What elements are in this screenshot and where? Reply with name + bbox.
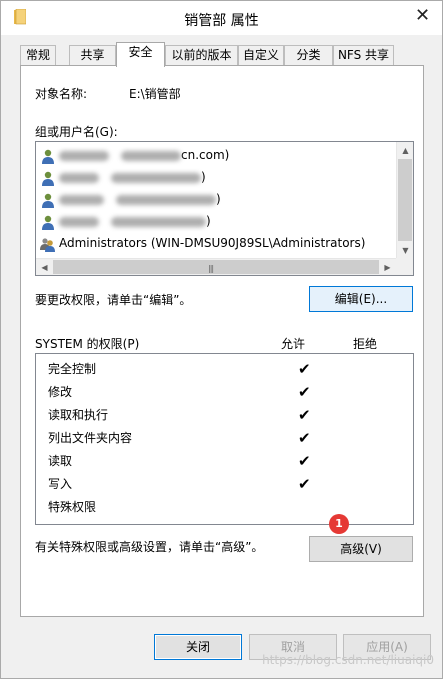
permission-row: 读取 ✔	[48, 451, 408, 471]
group-icon	[40, 237, 55, 252]
permission-name: 完全控制	[48, 362, 97, 376]
list-item[interactable]: )	[40, 166, 206, 188]
user-suffix: )	[201, 170, 206, 184]
permission-name: 读取和执行	[48, 408, 109, 422]
tab-classification[interactable]: 分类	[284, 45, 333, 66]
allow-check-icon: ✔	[298, 452, 311, 470]
user-suffix: )	[206, 214, 211, 228]
object-name-label: 对象名称:	[35, 87, 88, 101]
permission-name: 写入	[48, 477, 73, 491]
permission-name: 读取	[48, 454, 73, 468]
user-icon	[42, 215, 54, 230]
user-suffix: )	[216, 192, 221, 206]
allow-check-icon: ✔	[298, 475, 311, 493]
advanced-hint: 有关特殊权限或高级设置，请单击“高级”。	[35, 540, 264, 554]
permission-name: 列出文件夹内容	[48, 431, 133, 445]
tab-sharing[interactable]: 共享	[69, 45, 116, 66]
tab-previous-versions[interactable]: 以前的版本	[165, 45, 238, 66]
tab-general[interactable]: 常规	[20, 45, 56, 66]
permission-row: 读取和执行 ✔	[48, 405, 408, 425]
redacted-name	[121, 150, 181, 161]
edit-button[interactable]: 编辑(E)...	[309, 286, 413, 312]
tab-nfs-sharing[interactable]: NFS 共享	[333, 45, 394, 66]
permission-name: 特殊权限	[48, 500, 97, 514]
list-item[interactable]: cn.com)	[40, 144, 229, 166]
properties-window: 销管部 属性 ✕ 常规 共享 安全 以前的版本 自定义 分类 NFS 共享 对象…	[0, 0, 443, 679]
allow-check-icon: ✔	[298, 429, 311, 447]
redacted-name	[116, 194, 216, 205]
object-name-value: E:\销管部	[129, 87, 181, 101]
tab-customize[interactable]: 自定义	[238, 45, 284, 66]
user-icon	[42, 171, 54, 186]
redacted-name	[59, 150, 109, 161]
tab-strip: 常规 共享 安全 以前的版本 自定义 分类 NFS 共享	[20, 42, 420, 67]
scrollbar-corner	[396, 258, 413, 275]
list-item[interactable]: )	[40, 188, 221, 210]
deny-column-header: 拒绝	[353, 337, 378, 351]
tab-security[interactable]: 安全	[116, 42, 165, 67]
vertical-scrollbar[interactable]: ▲ ▼	[396, 142, 413, 259]
vertical-scroll-thumb[interactable]	[398, 159, 412, 241]
redacted-name	[111, 172, 201, 183]
permission-row: 完全控制 ✔	[48, 359, 408, 379]
redacted-name	[59, 194, 104, 205]
scroll-left-arrow-icon[interactable]: ◀	[36, 259, 53, 275]
permission-row: 写入 ✔	[48, 474, 408, 494]
horizontal-scrollbar[interactable]: ◀ ||| ▶	[36, 258, 396, 275]
grip-icon: |||	[208, 264, 214, 273]
redacted-name	[59, 216, 99, 227]
allow-check-icon: ✔	[298, 360, 311, 378]
user-icon	[42, 193, 54, 208]
group-user-label: 组或用户名(G):	[35, 125, 118, 139]
permissions-list: 完全控制 ✔ 修改 ✔ 读取和执行 ✔ 列出文件夹内容 ✔ 读取 ✔ 写入 ✔ …	[35, 353, 414, 525]
scroll-up-arrow-icon[interactable]: ▲	[397, 142, 413, 159]
permission-name: 修改	[48, 385, 73, 399]
permissions-header: SYSTEM 的权限(P)	[35, 337, 140, 351]
close-window-button[interactable]: ✕	[409, 5, 436, 29]
user-name: Administrators (WIN-DMSU90J89SL\Administ…	[59, 236, 366, 250]
allow-column-header: 允许	[281, 337, 306, 351]
user-listbox[interactable]: cn.com) ) ) ) Administrators (WIN-DMSU90…	[35, 141, 414, 276]
allow-check-icon: ✔	[298, 406, 311, 424]
permission-row: 修改 ✔	[48, 382, 408, 402]
scroll-down-arrow-icon[interactable]: ▼	[397, 242, 413, 259]
user-icon	[42, 149, 54, 164]
title-bar: 销管部 属性 ✕	[1, 1, 442, 35]
close-button[interactable]: 关闭	[154, 634, 242, 660]
list-item[interactable]: Administrators (WIN-DMSU90J89SL\Administ…	[40, 232, 365, 254]
change-permissions-hint: 要更改权限，请单击“编辑”。	[35, 293, 192, 307]
annotation-badge: 1	[329, 514, 349, 534]
watermark: https://blog.csdn.net/liuaiqi0	[262, 653, 434, 667]
scroll-right-arrow-icon[interactable]: ▶	[379, 259, 396, 275]
horizontal-scroll-thumb[interactable]: |||	[53, 260, 379, 274]
redacted-name	[111, 216, 206, 227]
user-suffix: cn.com)	[181, 148, 230, 162]
list-item[interactable]: )	[40, 210, 211, 232]
permission-row: 特殊权限	[48, 497, 408, 517]
allow-check-icon: ✔	[298, 383, 311, 401]
redacted-name	[59, 172, 99, 183]
advanced-button[interactable]: 高级(V)	[309, 536, 413, 562]
window-title: 销管部 属性	[184, 13, 259, 29]
permission-row: 列出文件夹内容 ✔	[48, 428, 408, 448]
